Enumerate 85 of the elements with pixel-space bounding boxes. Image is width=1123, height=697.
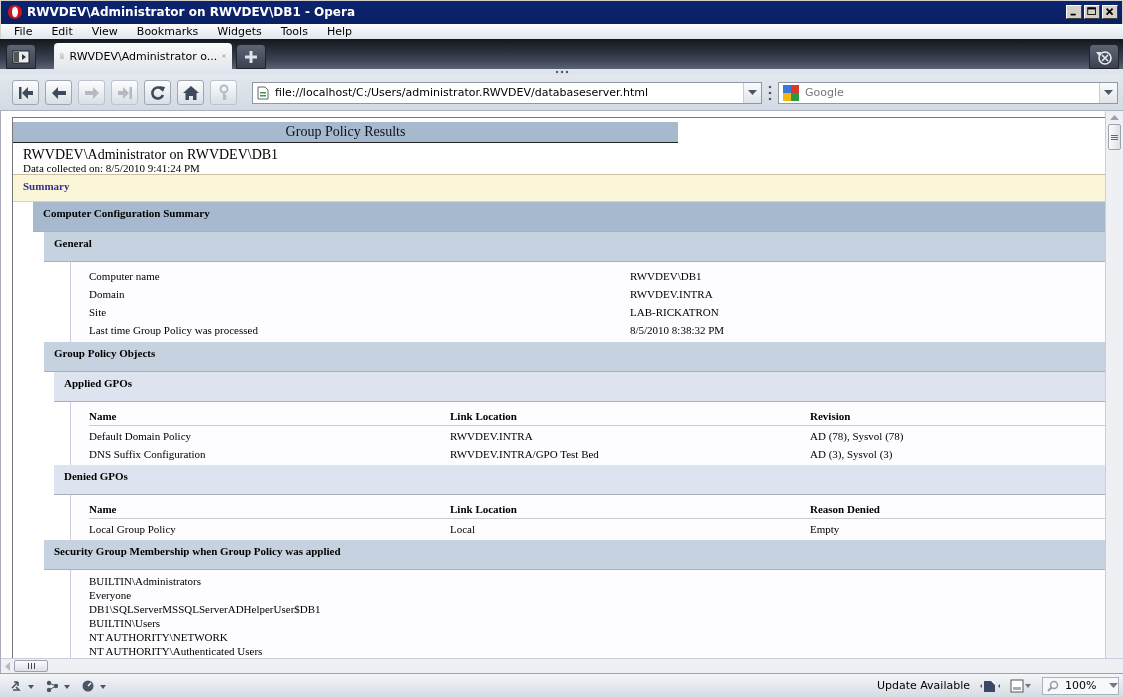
new-tab-button[interactable] (236, 44, 266, 70)
menu-item[interactable]: Widgets (212, 24, 267, 38)
speedometer-icon[interactable] (82, 679, 108, 692)
minimize-button[interactable] (1066, 5, 1082, 20)
table-cell-text: DNS Suffix Configuration (89, 447, 207, 463)
table-cell-text: Empty (810, 522, 841, 538)
field-label: Site (89, 306, 108, 319)
table-cell-text: RWVDEV.INTRA (450, 429, 534, 445)
search-engine-icon (783, 84, 799, 101)
section-header[interactable]: Denied GPOs (54, 465, 1105, 496)
page-icon[interactable] (980, 678, 1000, 693)
drag-handle-icon[interactable] (554, 70, 569, 75)
column-header: Link Location (450, 499, 810, 520)
table-cell-text: Default Domain Policy (89, 429, 193, 445)
vertical-scrollbar[interactable] (1105, 111, 1123, 659)
plus-icon (244, 49, 258, 64)
column-header: Name (89, 499, 450, 520)
home-button[interactable] (177, 80, 204, 106)
menu-item[interactable]: View (86, 24, 123, 38)
table-cell-text: RWVDEV.INTRA/GPO Test Bed (450, 447, 600, 463)
section-header[interactable]: Group Policy Objects (44, 342, 1105, 373)
browser-tab[interactable]: RWVDEV\Administrator o... (54, 43, 232, 70)
dropdown-arrow-icon[interactable] (1104, 90, 1113, 96)
closed-tabs-button[interactable] (1089, 44, 1119, 70)
group-name: BUILTIN\Users (89, 616, 162, 631)
field-value: RWVDEV\DB1 (630, 270, 703, 283)
document-icon (257, 85, 269, 100)
summary-link[interactable]: Summary (23, 180, 70, 193)
table-cell-text: AD (78), Sysvol (78) (810, 429, 905, 445)
group-name: Everyone (89, 588, 133, 603)
table-cell-text: Local Group Policy (89, 522, 177, 538)
home-icon (181, 83, 200, 102)
table-cell-text: Local (450, 522, 477, 538)
opera-logo-icon (7, 4, 23, 21)
column-header: Revision (810, 406, 1105, 427)
field-label: Domain (89, 288, 126, 301)
reload-button[interactable] (144, 80, 171, 106)
menu-item[interactable]: Tools (275, 24, 313, 38)
column-header: Reason Denied (810, 499, 1105, 520)
report-heading: RWVDEV\Administrator on RWVDEV\DB1 (23, 147, 280, 163)
group-name: DB1\SQLServerMSSQLServerADHelperUser$DB1 (89, 602, 322, 617)
separator-handle-icon (768, 84, 772, 101)
report-title: Group Policy Results (13, 122, 678, 144)
field-label: Last time Group Policy was processed (89, 324, 259, 337)
dropdown-arrow-icon[interactable] (748, 90, 757, 96)
close-button[interactable] (1102, 5, 1118, 20)
rewind-button[interactable] (12, 80, 39, 106)
window-title: RWVDEV\Administrator on RWVDEV\DB1 - Opera (27, 5, 356, 20)
maximize-button[interactable] (1084, 5, 1100, 20)
horizontal-scrollbar[interactable] (1, 658, 1123, 674)
menu-item[interactable]: File (9, 24, 38, 38)
menu-item[interactable]: Help (321, 24, 357, 38)
field-value: LAB-RICKATRON (630, 306, 720, 319)
share-icon[interactable] (46, 679, 72, 692)
column-header: Link Location (450, 406, 810, 427)
field-value: 8/5/2010 8:38:32 PM (630, 324, 726, 337)
group-name: NT AUTHORITY\NETWORK (89, 630, 229, 645)
scroll-thumb[interactable] (14, 660, 48, 673)
section-header[interactable]: General (44, 232, 1105, 263)
dropdown-arrow-icon[interactable] (1109, 683, 1118, 689)
panel-toggle-button[interactable] (6, 44, 36, 70)
search-field[interactable]: Google (778, 81, 1118, 104)
panel-icon (12, 49, 30, 64)
zoom-control[interactable]: 100% (1042, 676, 1119, 695)
collection-date: Data collected on: 8/5/2010 9:41:24 PM (23, 162, 201, 175)
view-icon[interactable] (1010, 678, 1032, 693)
section-header[interactable]: Computer Configuration Summary (33, 202, 1105, 233)
update-notice[interactable]: Update Available (876, 679, 970, 693)
menu-item[interactable]: Bookmarks (131, 24, 204, 38)
address-field[interactable]: file://localhost/C:/Users/administrator.RWVDEV/databaseserver.html (252, 81, 762, 104)
back-button[interactable] (45, 80, 72, 106)
reload-icon (148, 83, 167, 102)
scroll-thumb[interactable] (1108, 124, 1121, 151)
field-label: Computer name (89, 270, 161, 283)
grip-icon (1111, 134, 1118, 140)
menu-item[interactable]: Edit (46, 24, 78, 38)
search-icon (1047, 679, 1059, 692)
section-header[interactable]: Applied GPOs (54, 372, 1105, 403)
group-name: BUILTIN\Administrators (89, 574, 203, 589)
group-name: NT AUTHORITY\Authenticated Users (89, 644, 264, 659)
grip-icon (27, 663, 35, 670)
column-header: Name (89, 406, 450, 427)
table-cell-text: AD (3), Sysvol (3) (810, 447, 894, 463)
section-header[interactable]: Security Group Membership when Group Policy was applied (44, 540, 1105, 571)
field-value: RWVDEV.INTRA (630, 288, 714, 301)
